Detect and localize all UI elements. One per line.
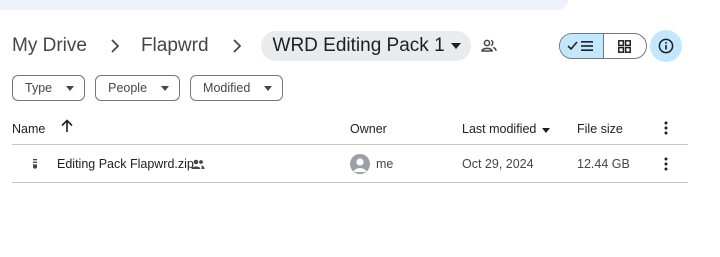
- caret-down-icon: [542, 122, 551, 136]
- breadcrumb-item-my-drive[interactable]: My Drive: [12, 35, 87, 57]
- modified-filter-label: Modified: [203, 81, 251, 95]
- caret-down-icon: [264, 84, 273, 92]
- people-filter-chip[interactable]: People: [95, 75, 181, 101]
- file-size-value: 12.44 GB: [577, 157, 630, 171]
- people-filter-label: People: [108, 81, 148, 95]
- last-modified-label: Last modified: [462, 122, 537, 136]
- modified-filter-chip[interactable]: Modified: [190, 75, 284, 101]
- grid-icon: [618, 39, 632, 53]
- table-row[interactable]: Editing Pack Flapwrd.zip me Oct 29, 2024…: [12, 145, 688, 183]
- owner-avatar: [350, 154, 370, 174]
- type-filter-chip[interactable]: Type: [12, 75, 86, 101]
- breadcrumb: My Drive Flapwrd WRD Editing Pack 1: [12, 31, 499, 61]
- chevron-right-icon: [223, 31, 251, 61]
- filter-chips: Type People Modified: [12, 75, 284, 101]
- chevron-right-icon: [101, 31, 129, 61]
- file-size-column-header[interactable]: File size: [577, 122, 623, 136]
- info-icon: [658, 38, 674, 54]
- file-table-header: Name Owner Last modified File size: [12, 116, 688, 145]
- owner-column-header[interactable]: Owner: [350, 122, 387, 136]
- breadcrumb-item-flapwrd[interactable]: Flapwrd: [141, 35, 209, 57]
- caret-down-icon: [161, 84, 170, 92]
- last-modified-value: Oct 29, 2024: [462, 157, 534, 171]
- view-toggle: [559, 33, 647, 59]
- column-options-icon[interactable]: [662, 120, 670, 136]
- owner-name: me: [376, 157, 394, 171]
- people-icon: [480, 37, 499, 55]
- name-column-header[interactable]: Name: [12, 122, 45, 136]
- details-button[interactable]: [650, 30, 682, 62]
- more-actions-icon[interactable]: [662, 156, 670, 172]
- sort-arrow-up-icon[interactable]: [60, 119, 74, 133]
- file-name: Editing Pack Flapwrd.zip: [57, 157, 194, 171]
- list-view-button[interactable]: [560, 34, 604, 58]
- zip-file-icon: [30, 157, 40, 171]
- current-folder-menu[interactable]: WRD Editing Pack 1: [260, 31, 471, 61]
- caret-down-icon: [450, 41, 461, 51]
- last-modified-column-header[interactable]: Last modified: [462, 122, 551, 136]
- type-filter-label: Type: [25, 81, 53, 95]
- grid-view-button[interactable]: [604, 34, 647, 58]
- caret-down-icon: [66, 84, 75, 92]
- shared-people-icon: [191, 157, 205, 171]
- current-folder-title: WRD Editing Pack 1: [272, 35, 445, 56]
- checklist-icon: [567, 41, 594, 51]
- top-search-area: [0, 0, 568, 10]
